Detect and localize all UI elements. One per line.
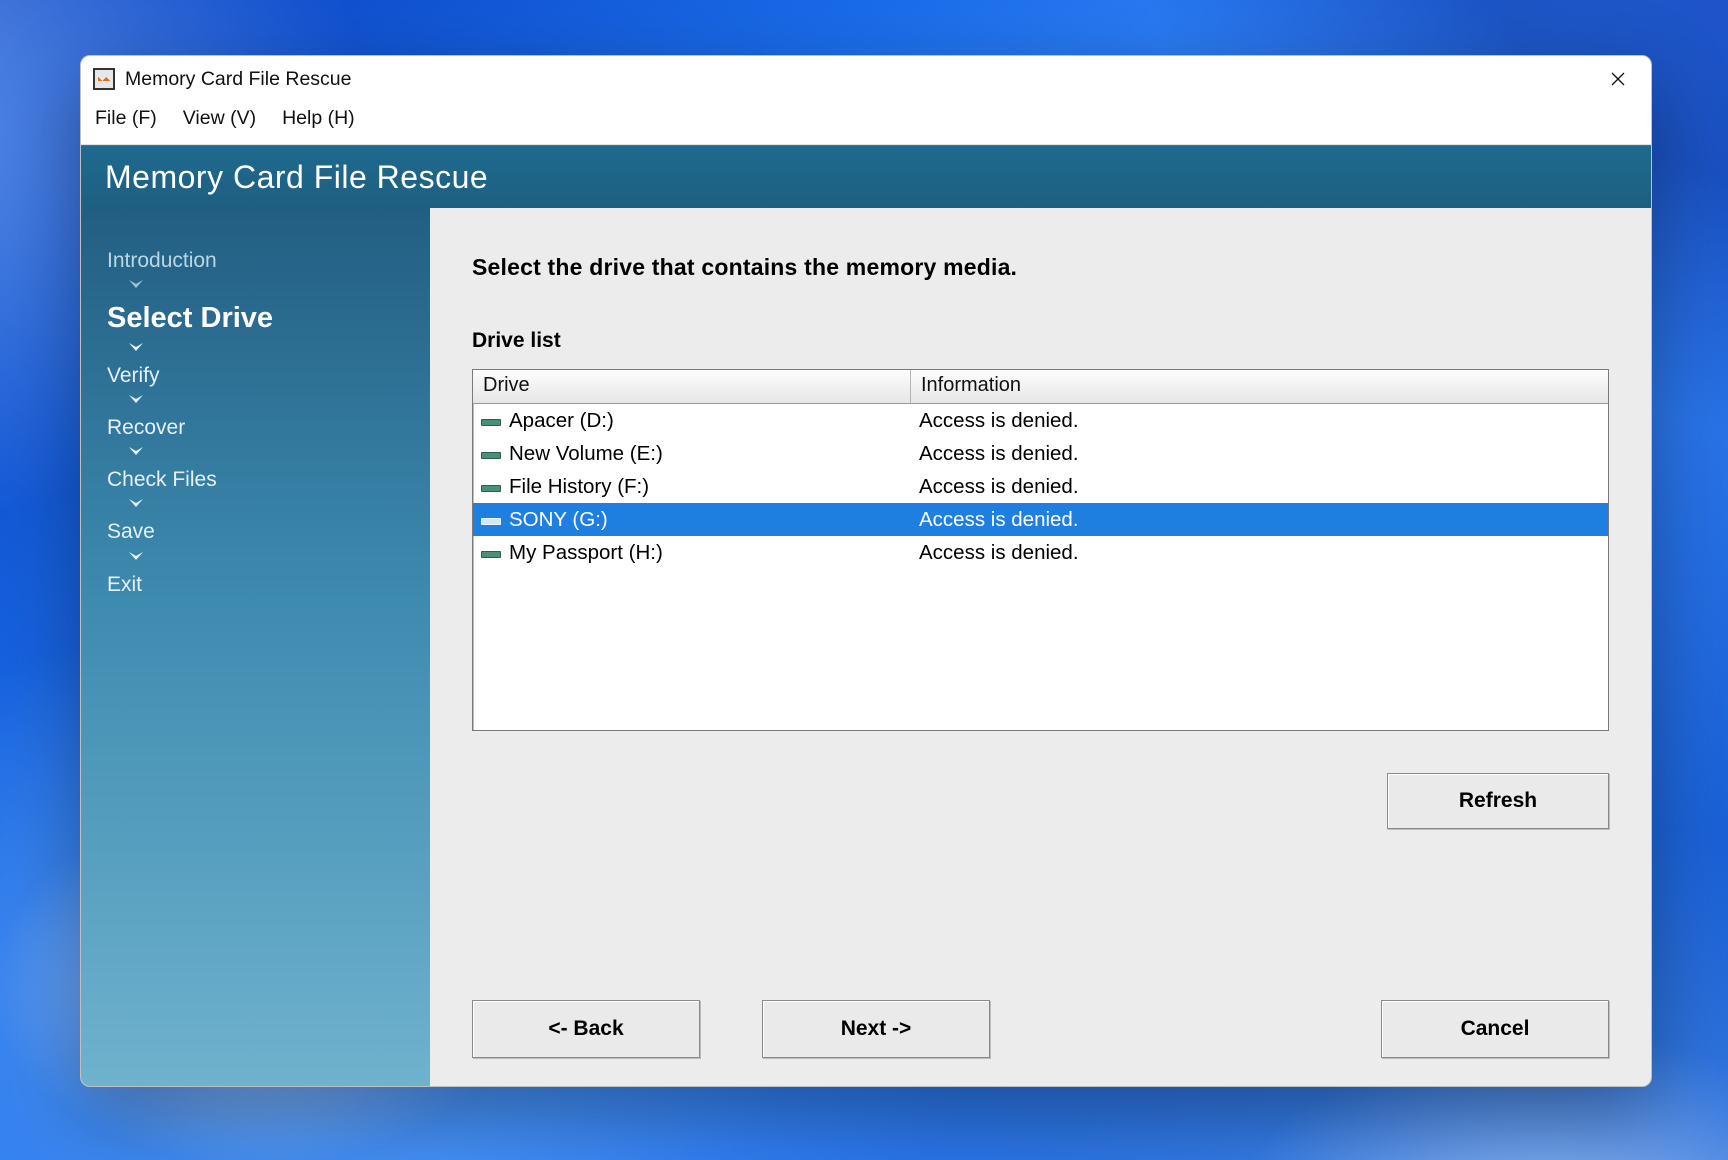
step-label: Recover	[107, 415, 430, 441]
drive-list-label: Drive list	[472, 329, 1609, 353]
drive-row[interactable]: New Volume (E:) Access is denied.	[473, 437, 1608, 470]
menubar: File (F) View (V) Help (H)	[81, 102, 1651, 145]
drive-info: Access is denied.	[911, 475, 1608, 499]
next-button[interactable]: Next ->	[762, 1000, 990, 1058]
step-label: Introduction	[107, 248, 430, 274]
drive-row[interactable]: File History (F:) Access is denied.	[473, 470, 1608, 503]
window-close-button[interactable]	[1589, 56, 1647, 102]
drive-info: Access is denied.	[911, 409, 1608, 433]
drive-info: Access is denied.	[911, 442, 1608, 466]
step-verify[interactable]: Verify	[107, 363, 430, 389]
drive-icon	[481, 415, 501, 427]
step-label: Save	[107, 519, 430, 545]
chevron-down-icon	[129, 447, 430, 457]
chevron-down-icon	[129, 499, 430, 509]
step-save[interactable]: Save	[107, 519, 430, 545]
app-icon	[93, 68, 115, 90]
step-label: Exit	[107, 572, 430, 598]
step-exit[interactable]: Exit	[107, 572, 430, 598]
chevron-down-icon	[129, 280, 430, 290]
refresh-button[interactable]: Refresh	[1387, 773, 1609, 829]
main-panel: Select the drive that contains the memor…	[430, 208, 1651, 1086]
listview-header: Drive Information	[473, 370, 1608, 404]
step-recover[interactable]: Recover	[107, 415, 430, 441]
drive-icon	[481, 547, 501, 559]
drive-row[interactable]: Apacer (D:) Access is denied.	[473, 404, 1608, 437]
drive-icon	[481, 481, 501, 493]
drive-name: File History (F:)	[509, 475, 649, 499]
drive-icon	[481, 514, 501, 526]
drive-listview[interactable]: Drive Information Apacer (D:) Access is d…	[472, 369, 1609, 731]
step-select-drive[interactable]: Select Drive	[107, 300, 430, 336]
titlebar[interactable]: Memory Card File Rescue	[81, 56, 1651, 102]
wizard-sidebar: Introduction Select Drive Verify Recover…	[81, 208, 430, 1086]
back-button[interactable]: <- Back	[472, 1000, 700, 1058]
drive-name: My Passport (H:)	[509, 541, 663, 565]
drive-row[interactable]: My Passport (H:) Access is denied.	[473, 536, 1608, 569]
column-header-information[interactable]: Information	[911, 370, 1608, 403]
window-title: Memory Card File Rescue	[125, 68, 351, 91]
step-check-files[interactable]: Check Files	[107, 467, 430, 493]
drive-name: Apacer (D:)	[509, 409, 614, 433]
banner-title: Memory Card File Rescue	[105, 159, 488, 196]
chevron-down-icon	[129, 343, 430, 353]
app-banner: Memory Card File Rescue	[81, 145, 1651, 208]
drive-info: Access is denied.	[911, 508, 1608, 532]
drive-name: SONY (G:)	[509, 508, 608, 532]
chevron-down-icon	[129, 395, 430, 405]
close-icon	[1610, 71, 1626, 87]
drive-icon	[481, 448, 501, 460]
column-header-drive[interactable]: Drive	[473, 370, 911, 403]
app-window: Memory Card File Rescue File (F) View (V…	[80, 55, 1652, 1087]
drive-row[interactable]: SONY (G:) Access is denied.	[473, 503, 1608, 536]
step-label: Verify	[107, 363, 430, 389]
step-label: Select Drive	[107, 300, 430, 336]
menu-help[interactable]: Help (H)	[282, 107, 355, 130]
menu-view[interactable]: View (V)	[183, 107, 256, 130]
step-introduction[interactable]: Introduction	[107, 248, 430, 274]
chevron-down-icon	[129, 552, 430, 562]
cancel-button[interactable]: Cancel	[1381, 1000, 1609, 1058]
menu-file[interactable]: File (F)	[95, 107, 157, 130]
drive-info: Access is denied.	[911, 541, 1608, 565]
drive-name: New Volume (E:)	[509, 442, 663, 466]
step-label: Check Files	[107, 467, 430, 493]
instruction-text: Select the drive that contains the memor…	[472, 254, 1609, 281]
